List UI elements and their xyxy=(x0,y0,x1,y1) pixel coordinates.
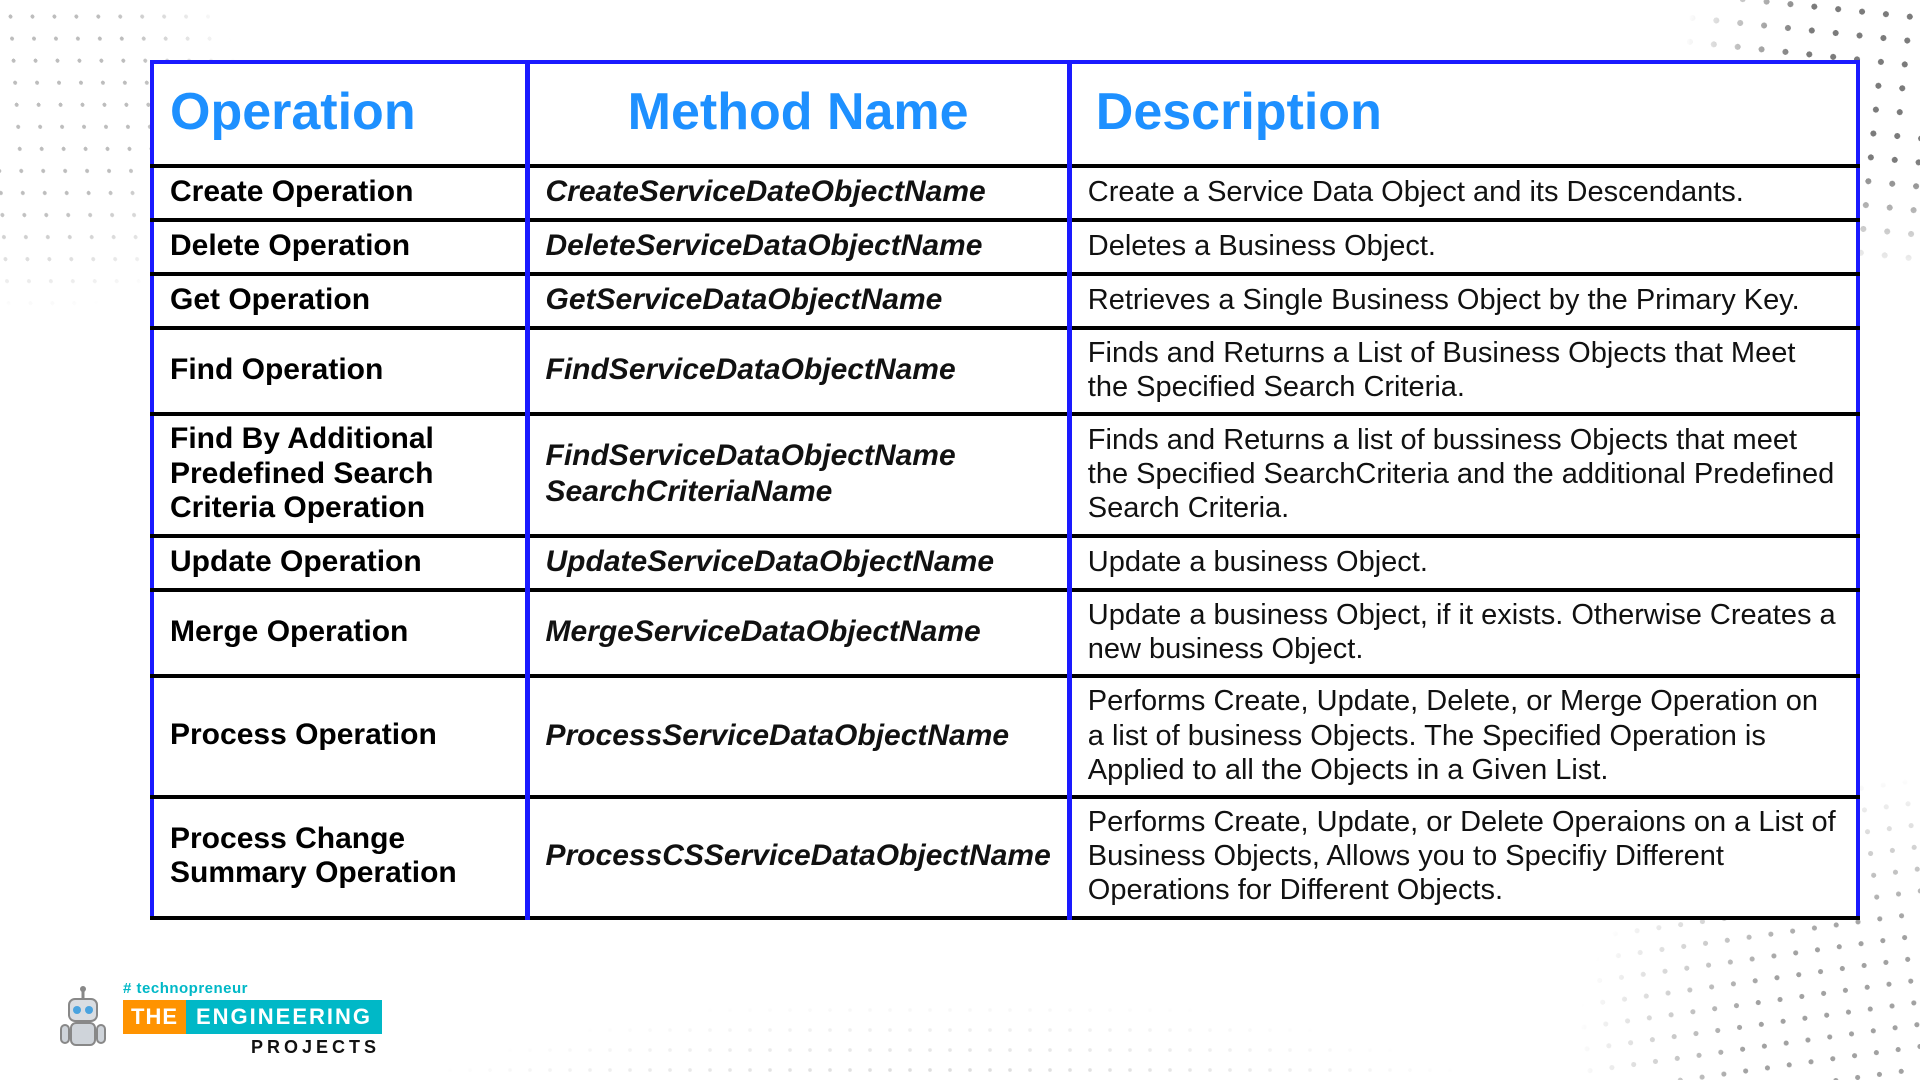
cell-description: Retrieves a Single Business Object by th… xyxy=(1069,274,1858,328)
cell-operation: Process Operation xyxy=(152,676,527,797)
table-row: Find OperationFindServiceDataObjectNameF… xyxy=(152,328,1858,414)
header-method: Method Name xyxy=(527,62,1069,166)
table-row: Process Change Summary OperationProcessC… xyxy=(152,797,1858,918)
cell-method: MergeServiceDataObjectName xyxy=(527,590,1069,676)
cell-operation: Merge Operation xyxy=(152,590,527,676)
operations-table: Operation Method Name Description Create… xyxy=(150,60,1860,920)
table-row: Find By Additional Predefined Search Cri… xyxy=(152,414,1858,536)
cell-description: Update a business Object. xyxy=(1069,536,1858,590)
cell-description: Performs Create, Update, or Delete Opera… xyxy=(1069,797,1858,918)
cell-description: Update a business Object, if it exists. … xyxy=(1069,590,1858,676)
table-row: Process OperationProcessServiceDataObjec… xyxy=(152,676,1858,797)
brand-footer: # technopreneur THE ENGINEERING PROJECTS xyxy=(55,981,382,1056)
cell-operation: Process Change Summary Operation xyxy=(152,797,527,918)
cell-operation: Find Operation xyxy=(152,328,527,414)
cell-method: ProcessServiceDataObjectName xyxy=(527,676,1069,797)
brand-the: THE xyxy=(123,1000,186,1034)
cell-description: Create a Service Data Object and its Des… xyxy=(1069,166,1858,220)
table-row: Create OperationCreateServiceDateObjectN… xyxy=(152,166,1858,220)
cell-method: DeleteServiceDataObjectName xyxy=(527,220,1069,274)
brand-eng: ENGINEERING xyxy=(186,1000,382,1034)
cell-operation: Find By Additional Predefined Search Cri… xyxy=(152,414,527,536)
cell-description: Performs Create, Update, Delete, or Merg… xyxy=(1069,676,1858,797)
cell-method: FindServiceDataObjectName SearchCriteria… xyxy=(527,414,1069,536)
brand-text: # technopreneur THE ENGINEERING PROJECTS xyxy=(123,981,382,1056)
cell-description: Finds and Returns a list of bussiness Ob… xyxy=(1069,414,1858,536)
cell-method: ProcessCSServiceDataObjectName xyxy=(527,797,1069,918)
header-description: Description xyxy=(1069,62,1858,166)
cell-method: CreateServiceDateObjectName xyxy=(527,166,1069,220)
cell-method: UpdateServiceDataObjectName xyxy=(527,536,1069,590)
cell-operation: Get Operation xyxy=(152,274,527,328)
cell-method: FindServiceDataObjectName xyxy=(527,328,1069,414)
brand-hash: # technopreneur xyxy=(123,981,382,996)
cell-description: Finds and Returns a List of Business Obj… xyxy=(1069,328,1858,414)
table-header-row: Operation Method Name Description xyxy=(152,62,1858,166)
cell-description: Deletes a Business Object. xyxy=(1069,220,1858,274)
header-operation: Operation xyxy=(152,62,527,166)
table-row: Delete OperationDeleteServiceDataObjectN… xyxy=(152,220,1858,274)
cell-method: GetServiceDataObjectName xyxy=(527,274,1069,328)
cell-operation: Update Operation xyxy=(152,536,527,590)
table-row: Get OperationGetServiceDataObjectNameRet… xyxy=(152,274,1858,328)
brand-projects: PROJECTS xyxy=(251,1038,380,1056)
table-row: Update OperationUpdateServiceDataObjectN… xyxy=(152,536,1858,590)
table-row: Merge OperationMergeServiceDataObjectNam… xyxy=(152,590,1858,676)
operations-table-wrap: Operation Method Name Description Create… xyxy=(150,60,1860,920)
cell-operation: Create Operation xyxy=(152,166,527,220)
robot-icon xyxy=(55,983,111,1055)
cell-operation: Delete Operation xyxy=(152,220,527,274)
